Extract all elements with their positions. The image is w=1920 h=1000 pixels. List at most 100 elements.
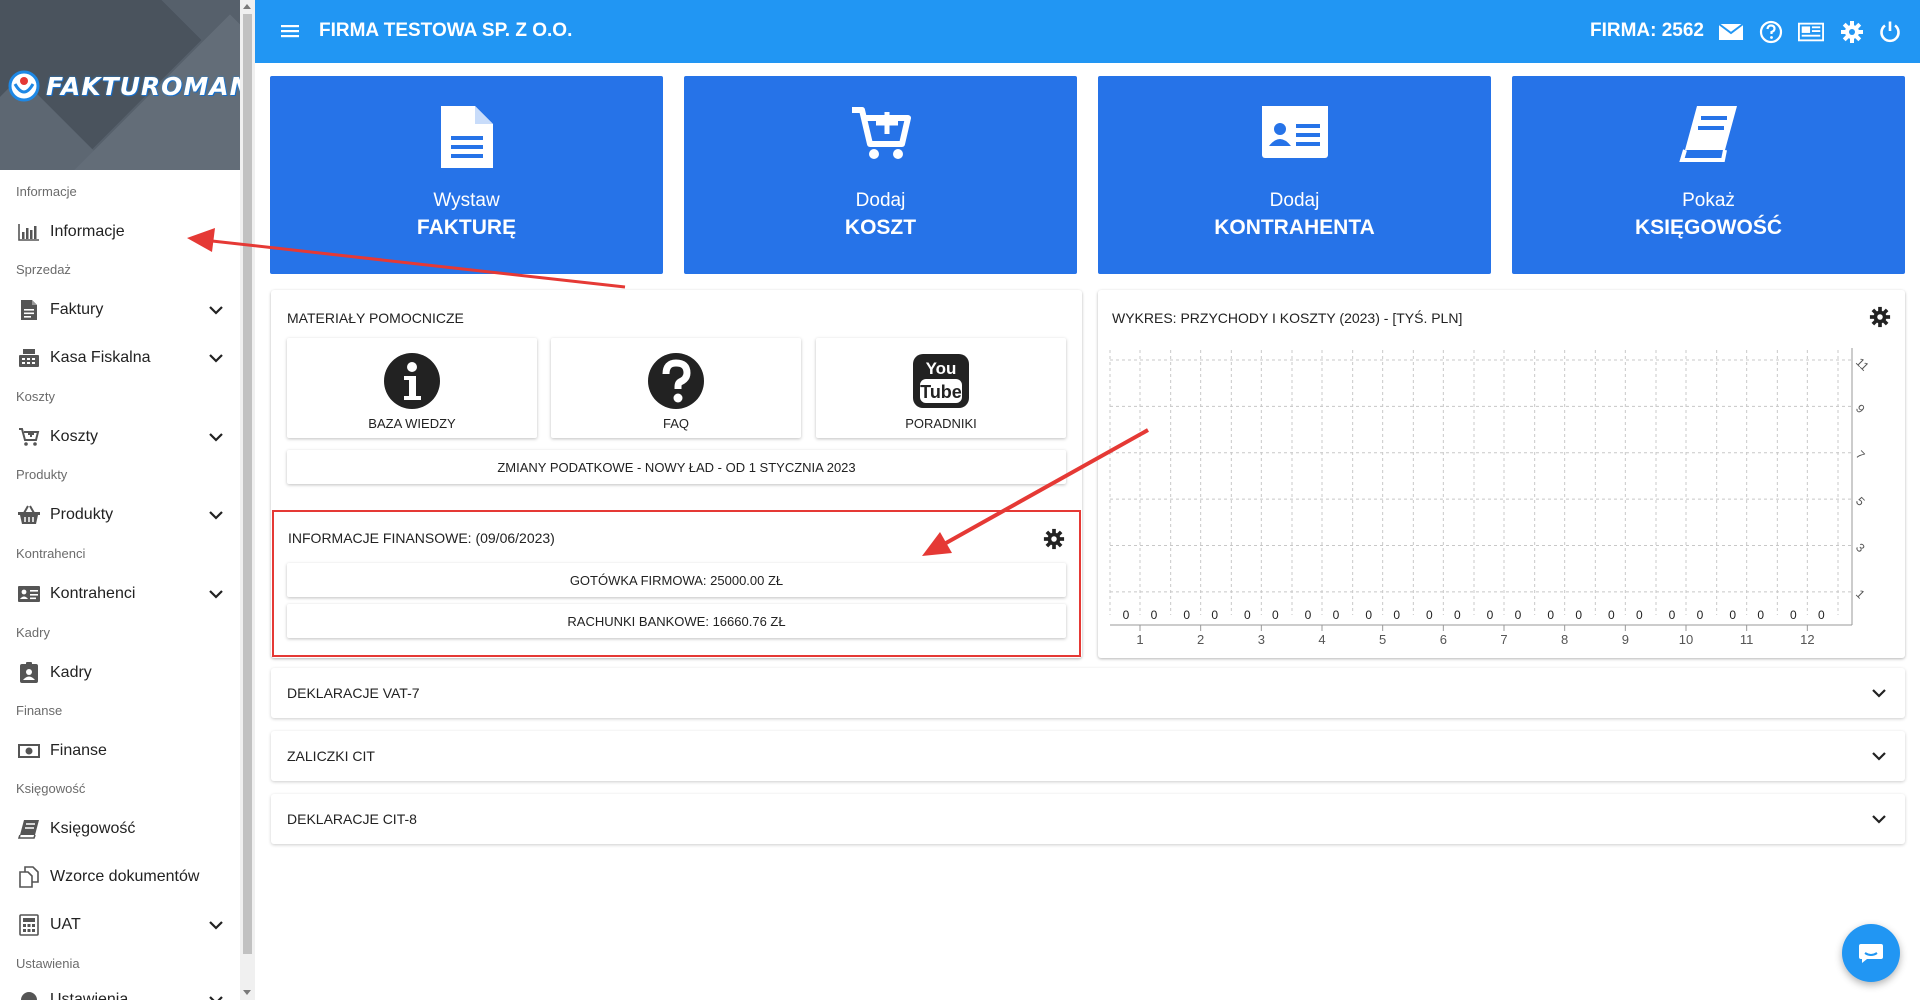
chart-data-label: 0 bbox=[1729, 608, 1736, 622]
baza-wiedzy-button[interactable]: BAZA WIEDZY bbox=[287, 338, 537, 438]
sidebar-item-wzorce-dokumentow[interactable]: Wzorce dokumentów bbox=[16, 863, 226, 891]
gear-icon[interactable] bbox=[1043, 528, 1065, 550]
chart-y-tick: 7 bbox=[1853, 448, 1868, 463]
nav-section-koszty: Koszty bbox=[16, 389, 56, 404]
chat-button[interactable] bbox=[1842, 924, 1900, 982]
nav-section-ustawienia: Ustawienia bbox=[16, 956, 80, 971]
chart-data-label: 0 bbox=[1211, 608, 1218, 622]
sidebar-item-label: Księgowość bbox=[50, 820, 136, 837]
menu-icon[interactable] bbox=[279, 20, 301, 42]
chart-data-label: 0 bbox=[1818, 608, 1825, 622]
accordion-zaliczki-cit[interactable]: ZALICZKI CIT bbox=[271, 731, 1905, 781]
chart-data-label: 0 bbox=[1575, 608, 1582, 622]
cart-plus-icon bbox=[684, 104, 1077, 162]
nav-section-informacje: Informacje bbox=[16, 184, 77, 199]
sidebar-item-label: Informacje bbox=[50, 223, 125, 240]
tile-wystaw-fakture[interactable]: Wystaw FAKTURĘ bbox=[270, 76, 663, 274]
chart-data-label: 0 bbox=[1426, 608, 1433, 622]
scroll-up-arrow[interactable] bbox=[243, 4, 251, 9]
company-title: FIRMA TESTOWA SP. Z O.O. bbox=[319, 20, 573, 41]
chevron-down-icon bbox=[1869, 746, 1889, 766]
chevron-down-icon[interactable] bbox=[206, 300, 226, 320]
sidebar-item-label: Ustawienia bbox=[50, 991, 129, 1000]
tile-small-label: Dodaj bbox=[855, 190, 906, 211]
chart-x-tick: 4 bbox=[1318, 632, 1325, 647]
sidebar-item-produkty[interactable]: Produkty bbox=[16, 501, 226, 529]
nav-section-kadry: Kadry bbox=[16, 625, 50, 640]
chart-data-label: 0 bbox=[1669, 608, 1676, 622]
zmiany-podatkowe-button[interactable]: ZMIANY PODATKOWE - NOWY ŁAD - OD 1 STYCZ… bbox=[287, 450, 1066, 484]
accordion-deklaracje-vat7[interactable]: DEKLARACJE VAT-7 bbox=[271, 668, 1905, 718]
nav-section-produkty: Produkty bbox=[16, 467, 68, 482]
sidebar-item-label: Wzorce dokumentów bbox=[50, 868, 200, 885]
nav-section-sprzedaz: Sprzedaż bbox=[16, 262, 71, 277]
accordion-label: DEKLARACJE VAT-7 bbox=[287, 685, 420, 701]
sidebar-item-uat[interactable]: UAT bbox=[16, 911, 226, 939]
tile-dodaj-kontrahenta[interactable]: Dodaj KONTRAHENTA bbox=[1098, 76, 1491, 274]
book-icon bbox=[16, 818, 42, 840]
sidebar-item-ksiegowosc[interactable]: Księgowość bbox=[16, 815, 226, 843]
question-icon bbox=[551, 352, 801, 410]
mail-icon[interactable] bbox=[1718, 19, 1744, 45]
accordion-label: ZALICZKI CIT bbox=[287, 748, 375, 764]
chart-x-tick: 5 bbox=[1379, 632, 1386, 647]
logo-banner[interactable]: FAKTUROMANIA bbox=[0, 0, 240, 170]
chevron-down-icon[interactable] bbox=[206, 427, 226, 447]
sidebar-item-label: Finanse bbox=[50, 742, 107, 759]
sidebar-item-faktury[interactable]: Faktury bbox=[16, 296, 226, 324]
sidebar-item-ustawienia[interactable]: Ustawienia bbox=[16, 986, 226, 1000]
nav-section-finanse: Finanse bbox=[16, 703, 63, 718]
chart-data-label: 0 bbox=[1123, 608, 1130, 622]
invoice-icon bbox=[16, 299, 42, 321]
faq-button[interactable]: FAQ bbox=[551, 338, 801, 438]
chart-x-tick: 7 bbox=[1500, 632, 1507, 647]
cart-plus-icon bbox=[16, 426, 42, 448]
book-icon bbox=[1512, 104, 1905, 164]
chevron-down-icon[interactable] bbox=[206, 584, 226, 604]
gear-icon[interactable] bbox=[1839, 19, 1865, 45]
sidebar-item-koszty[interactable]: Koszty bbox=[16, 423, 226, 451]
basket-icon bbox=[16, 504, 42, 526]
sidebar-item-finanse[interactable]: Finanse bbox=[16, 737, 226, 765]
chart-data-label: 0 bbox=[1608, 608, 1615, 622]
help-icon[interactable] bbox=[1758, 19, 1784, 45]
chevron-down-icon[interactable] bbox=[206, 990, 226, 1000]
chart-x-tick: 12 bbox=[1800, 632, 1814, 647]
chat-icon bbox=[1859, 944, 1883, 963]
scroll-down-arrow[interactable] bbox=[243, 990, 251, 995]
sidebar-scrollbar[interactable] bbox=[240, 0, 255, 1000]
power-icon[interactable] bbox=[1877, 19, 1903, 45]
finance-title: INFORMACJE FINANSOWE: (09/06/2023) bbox=[288, 530, 555, 546]
chevron-down-icon[interactable] bbox=[206, 348, 226, 368]
poradniki-button[interactable]: You Tube PORADNIKI bbox=[816, 338, 1066, 438]
svg-text:Tube: Tube bbox=[920, 382, 962, 402]
chart-x-tick: 6 bbox=[1440, 632, 1447, 647]
sidebar-item-informacje[interactable]: Informacje bbox=[16, 218, 226, 246]
youtube-icon: You Tube bbox=[816, 352, 1066, 410]
chevron-down-icon[interactable] bbox=[206, 505, 226, 525]
chart-x-tick: 2 bbox=[1197, 632, 1204, 647]
sidebar-item-kasa-fiskalna[interactable]: Kasa Fiskalna bbox=[16, 344, 226, 372]
tile-small-label: Pokaż bbox=[1682, 190, 1735, 211]
chevron-down-icon bbox=[1869, 683, 1889, 703]
news-icon[interactable] bbox=[1798, 19, 1824, 45]
tile-pokaz-ksiegowosc[interactable]: Pokaż KSIĘGOWOŚĆ bbox=[1512, 76, 1905, 274]
sidebar-item-kontrahenci[interactable]: Kontrahenci bbox=[16, 580, 226, 608]
chart-y-tick: 1 bbox=[1853, 587, 1868, 602]
documents-copy-icon bbox=[16, 866, 42, 888]
sidebar-item-kadry[interactable]: Kadry bbox=[16, 659, 226, 687]
help-tile-label: PORADNIKI bbox=[905, 416, 977, 431]
gotowka-firmowa-row[interactable]: GOTÓWKA FIRMOWA: 25000.00 ZŁ bbox=[287, 563, 1066, 597]
chart-data-label: 0 bbox=[1393, 608, 1400, 622]
svg-text:You: You bbox=[926, 359, 957, 378]
scrollbar-thumb[interactable] bbox=[243, 14, 252, 954]
rachunki-bankowe-row[interactable]: RACHUNKI BANKOWE: 16660.76 ZŁ bbox=[287, 604, 1066, 638]
settings-icon bbox=[16, 989, 42, 1000]
chevron-down-icon[interactable] bbox=[206, 915, 226, 935]
nav-section-kontrahenci: Kontrahenci bbox=[16, 546, 86, 561]
accordion-deklaracje-cit8[interactable]: DEKLARACJE CIT-8 bbox=[271, 794, 1905, 844]
sidebar-item-label: Faktury bbox=[50, 301, 104, 318]
chart-x-tick: 8 bbox=[1561, 632, 1568, 647]
tile-dodaj-koszt[interactable]: Dodaj KOSZT bbox=[684, 76, 1077, 274]
tile-big-label: KONTRAHENTA bbox=[1214, 216, 1375, 239]
